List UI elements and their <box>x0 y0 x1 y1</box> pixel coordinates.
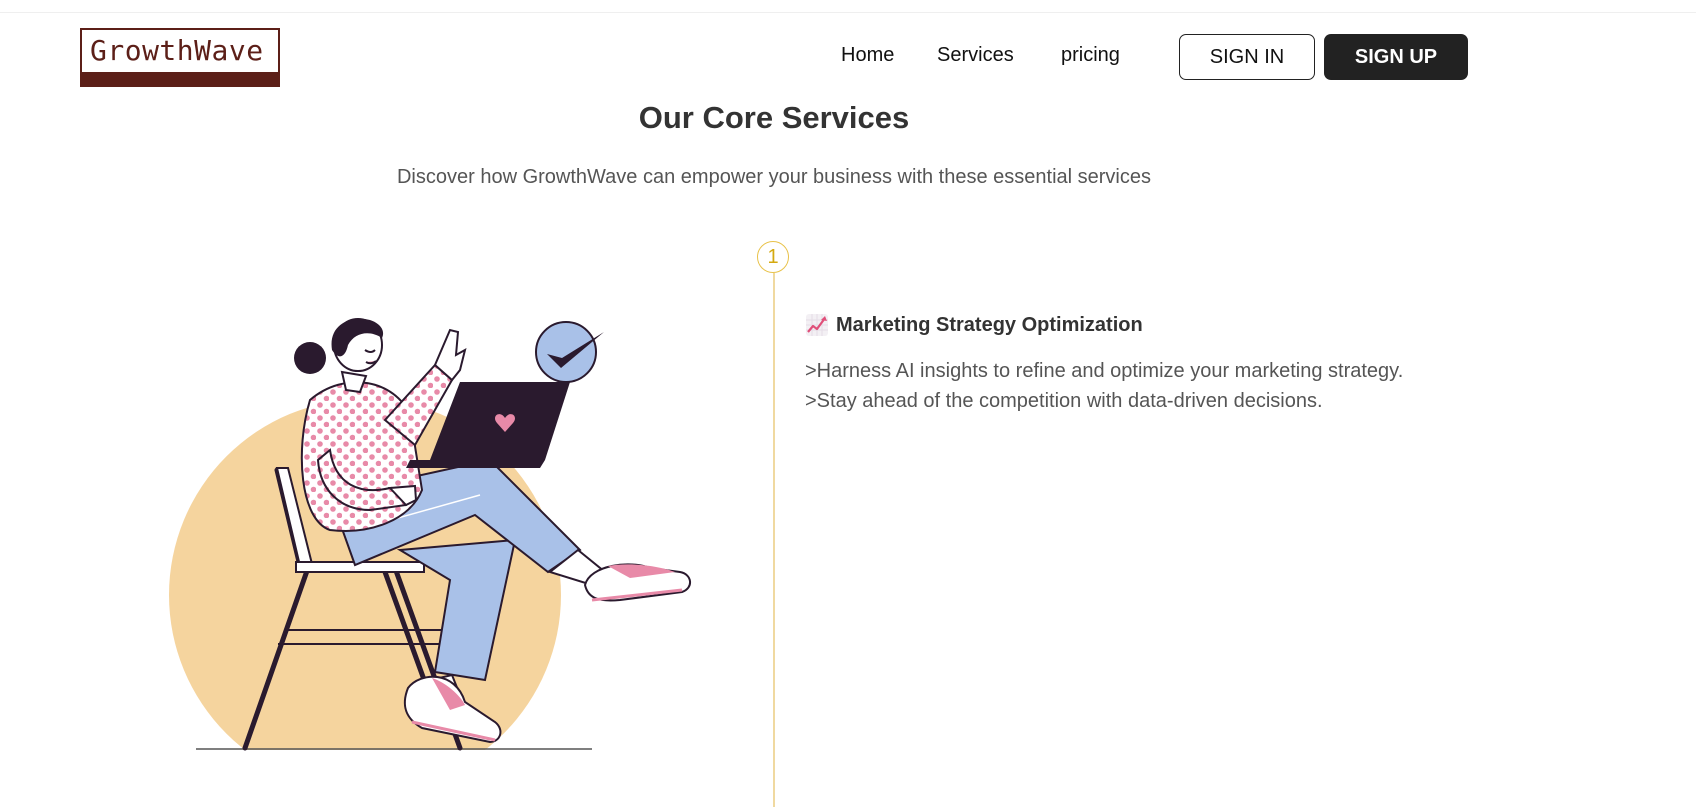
brand-logo[interactable]: GrowthWave <box>80 28 280 87</box>
nav-pricing-link[interactable]: pricing <box>1061 44 1120 67</box>
service-description-line: >Harness AI insights to refine and optim… <box>805 360 1404 382</box>
sign-up-button[interactable]: SIGN UP <box>1324 34 1468 80</box>
sign-in-button[interactable]: SIGN IN <box>1179 34 1315 80</box>
service-title: Marketing Strategy Optimization <box>836 314 1143 336</box>
section-subtitle: Discover how GrowthWave can empower your… <box>396 166 1151 188</box>
step-number-badge: 1 <box>757 241 789 273</box>
service-description-line: >Stay ahead of the competition with data… <box>805 390 1323 412</box>
section-title: Our Core Services <box>638 100 910 135</box>
chart-increasing-icon <box>806 314 828 336</box>
nav-services-link[interactable]: Services <box>937 44 1014 67</box>
brand-name: GrowthWave <box>90 34 264 67</box>
top-divider <box>0 12 1696 13</box>
woman-with-laptop-illustration <box>169 318 691 751</box>
logo-underline-bar <box>82 72 278 85</box>
check-icon <box>535 321 597 383</box>
nav-home-link[interactable]: Home <box>841 44 894 67</box>
timeline-line <box>773 273 775 807</box>
